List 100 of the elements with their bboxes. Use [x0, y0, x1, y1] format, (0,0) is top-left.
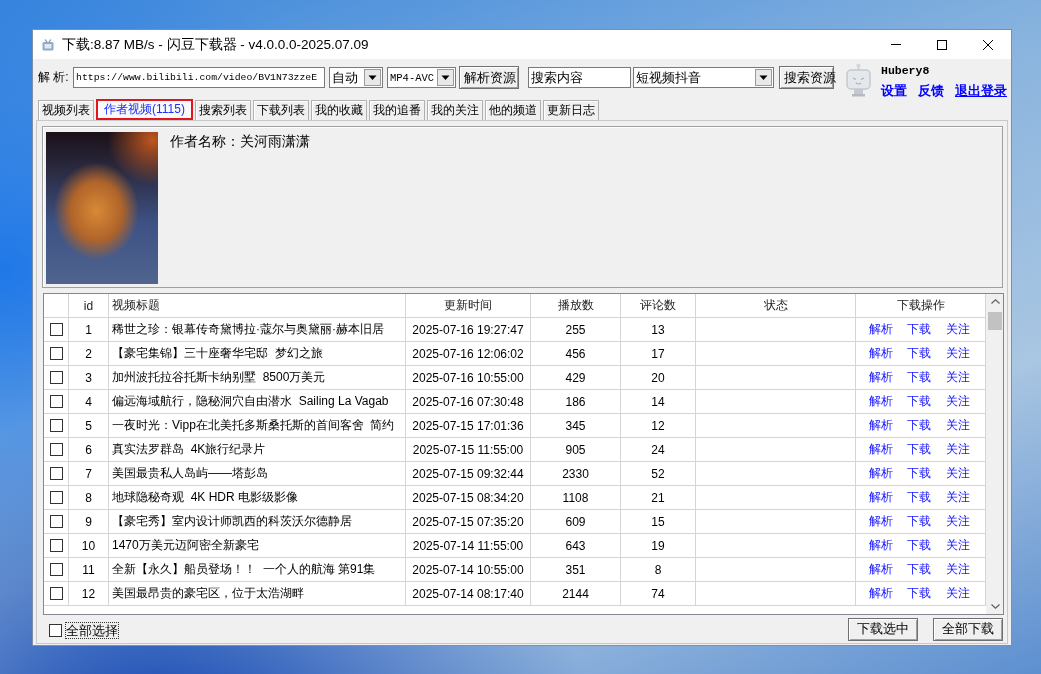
table-cell: 17 — [621, 342, 696, 366]
download-link[interactable]: 下载 — [907, 513, 932, 530]
row-checkbox[interactable] — [49, 443, 63, 456]
row-checkbox[interactable] — [49, 347, 63, 360]
row-checkbox[interactable] — [49, 395, 63, 408]
download-selected-button[interactable]: 下载选中 — [848, 617, 918, 641]
table-cell: 2025-07-15 09:32:44 — [406, 462, 531, 486]
parse-link[interactable]: 解析 — [869, 561, 894, 578]
tab[interactable]: 他的频道 — [484, 100, 541, 120]
settings-link[interactable]: 设置 — [881, 83, 907, 98]
table-cell: 351 — [531, 558, 621, 582]
download-link[interactable]: 下载 — [907, 393, 932, 410]
column-header: 播放数 — [531, 294, 621, 318]
tab[interactable]: 我的追番 — [368, 100, 425, 120]
search-button[interactable]: 搜索资源 — [779, 66, 834, 89]
platform-dropdown[interactable]: 短视频抖音 — [633, 67, 774, 88]
table-cell: 2 — [69, 342, 109, 366]
table-cell: 2025-07-14 08:17:40 — [406, 582, 531, 606]
table-cell: 2330 — [531, 462, 621, 486]
table-cell: 255 — [531, 318, 621, 342]
parse-link[interactable]: 解析 — [869, 465, 894, 482]
select-all-label[interactable]: 全部选择 — [66, 623, 118, 638]
parse-link[interactable]: 解析 — [869, 393, 894, 410]
caret-icon — [437, 69, 454, 86]
follow-link[interactable]: 关注 — [945, 369, 970, 386]
tab[interactable]: 搜索列表 — [194, 100, 251, 120]
table-cell: 905 — [531, 438, 621, 462]
table-cell: 2025-07-15 08:34:20 — [406, 486, 531, 510]
logout-link[interactable]: 退出登录 — [955, 83, 1007, 98]
parse-link[interactable]: 解析 — [869, 513, 894, 530]
row-checkbox[interactable] — [49, 515, 63, 528]
follow-link[interactable]: 关注 — [945, 561, 970, 578]
close-icon — [983, 39, 993, 50]
row-checkbox[interactable] — [49, 419, 63, 432]
parse-link[interactable]: 解析 — [869, 537, 894, 554]
download-link[interactable]: 下载 — [907, 417, 932, 434]
follow-link[interactable]: 关注 — [945, 321, 970, 338]
quality-dropdown[interactable]: 自动 — [329, 67, 383, 88]
select-all-checkbox[interactable] — [49, 624, 62, 637]
follow-link[interactable]: 关注 — [945, 441, 970, 458]
follow-link[interactable]: 关注 — [945, 345, 970, 362]
parse-button[interactable]: 解析资源 — [459, 66, 519, 89]
column-header: id — [69, 294, 109, 318]
tab[interactable]: 我的收藏 — [310, 100, 367, 120]
robot-icon — [845, 63, 872, 97]
vertical-scrollbar[interactable] — [986, 294, 1003, 614]
column-header: 状态 — [696, 294, 856, 318]
row-checkbox[interactable] — [49, 539, 63, 552]
caret-down-icon — [990, 604, 1000, 609]
row-checkbox[interactable] — [49, 371, 63, 384]
search-input[interactable]: 搜索内容 — [528, 67, 631, 88]
follow-link[interactable]: 关注 — [945, 513, 970, 530]
table-cell: 3 — [69, 366, 109, 390]
parse-link[interactable]: 解析 — [869, 321, 894, 338]
follow-link[interactable]: 关注 — [945, 537, 970, 554]
table-cell: 8 — [69, 486, 109, 510]
download-link[interactable]: 下载 — [907, 345, 932, 362]
row-checkbox[interactable] — [49, 587, 63, 600]
download-link[interactable]: 下载 — [907, 489, 932, 506]
follow-link[interactable]: 关注 — [945, 489, 970, 506]
download-link[interactable]: 下载 — [907, 465, 932, 482]
follow-link[interactable]: 关注 — [945, 417, 970, 434]
table-cell: 2025-07-16 19:27:47 — [406, 318, 531, 342]
download-link[interactable]: 下载 — [907, 561, 932, 578]
url-input[interactable]: https://www.bilibili.com/video/BV1N73zzeE — [73, 67, 325, 88]
minimize-icon — [891, 44, 901, 45]
tab[interactable]: 视频列表 — [38, 100, 94, 120]
parse-link[interactable]: 解析 — [869, 441, 894, 458]
row-checkbox[interactable] — [49, 563, 63, 576]
parse-link[interactable]: 解析 — [869, 345, 894, 362]
follow-link[interactable]: 关注 — [945, 465, 970, 482]
parse-link[interactable]: 解析 — [869, 585, 894, 602]
table-cell: 真实法罗群岛 4K旅行纪录片 — [109, 438, 406, 462]
download-link[interactable]: 下载 — [907, 369, 932, 386]
follow-link[interactable]: 关注 — [945, 393, 970, 410]
table-cell: 13 — [621, 318, 696, 342]
parse-link[interactable]: 解析 — [869, 417, 894, 434]
row-checkbox[interactable] — [49, 323, 63, 336]
parse-link[interactable]: 解析 — [869, 369, 894, 386]
table-cell: 5 — [69, 414, 109, 438]
caret-up-icon — [990, 299, 1000, 304]
tab[interactable]: 我的关注 — [426, 100, 483, 120]
follow-link[interactable]: 关注 — [945, 585, 970, 602]
tab[interactable]: 作者视频(1115) — [96, 99, 193, 120]
format-dropdown[interactable]: MP4-AVC — [387, 67, 456, 88]
table-cell: 加州波托拉谷托斯卡纳别墅 8500万美元 — [109, 366, 406, 390]
row-checkbox[interactable] — [49, 467, 63, 480]
download-all-button[interactable]: 全部下载 — [933, 617, 1003, 641]
table-cell: 【豪宅秀】室内设计师凯西的科茨沃尔德静居 — [109, 510, 406, 534]
table-cell: 12 — [69, 582, 109, 606]
download-link[interactable]: 下载 — [907, 321, 932, 338]
download-link[interactable]: 下载 — [907, 441, 932, 458]
feedback-link[interactable]: 反馈 — [918, 83, 944, 98]
download-link[interactable]: 下载 — [907, 537, 932, 554]
parse-link[interactable]: 解析 — [869, 489, 894, 506]
download-link[interactable]: 下载 — [907, 585, 932, 602]
tab[interactable]: 下载列表 — [252, 100, 309, 120]
tab[interactable]: 更新日志 — [542, 100, 599, 120]
scrollbar-thumb[interactable] — [988, 312, 1002, 330]
row-checkbox[interactable] — [49, 491, 63, 504]
